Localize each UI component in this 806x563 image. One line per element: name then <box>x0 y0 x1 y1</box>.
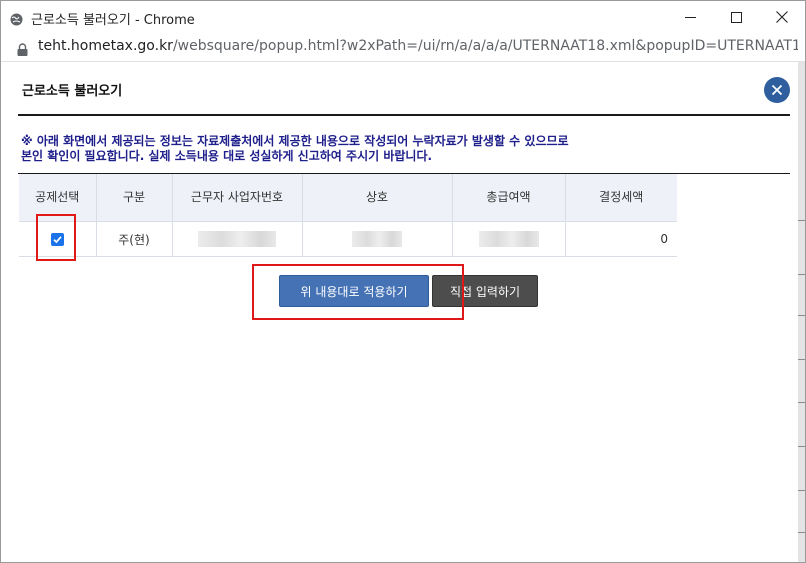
maximize-icon <box>730 8 742 27</box>
notice-line-2: 본인 확인이 필요합니다. 실제 소득내용 대로 성실하게 신고하여 주시기 바… <box>21 149 433 163</box>
url-path: /websquare/popup.html?w2xPath=/ui/rn/a/a… <box>172 38 798 54</box>
table-header-row: 공제선택 구분 근무자 사업자번호 상호 총급여액 결정세액 <box>19 174 677 222</box>
header-determined-tax: 결정세액 <box>565 174 677 222</box>
business-number-cell <box>172 221 303 257</box>
maximize-button[interactable] <box>713 1 759 33</box>
type-cell: 주(현) <box>96 221 173 257</box>
url-text[interactable]: teht.hometax.go.kr/websquare/popup.html?… <box>38 38 798 54</box>
header-company-name: 상호 <box>302 174 453 222</box>
title-divider <box>18 114 790 116</box>
company-name-cell <box>302 221 453 257</box>
notice-line-1: ※ 아래 화면에서 제공되는 정보는 자료제출처에서 제공한 내용으로 작성되어… <box>21 134 569 148</box>
lock-icon[interactable] <box>17 41 28 56</box>
globe-icon <box>10 11 23 26</box>
background-page-edge <box>798 62 805 562</box>
redacted-company-name <box>352 231 402 247</box>
popup-close-button[interactable] <box>764 77 790 103</box>
redacted-total-salary <box>478 231 539 247</box>
header-total-salary: 총급여액 <box>452 174 566 222</box>
table-row[interactable]: 주(현) 0 <box>19 221 677 257</box>
determined-tax-cell: 0 <box>565 221 677 257</box>
income-table: 공제선택 구분 근무자 사업자번호 상호 총급여액 결정세액 주(현) 0 <box>19 174 677 257</box>
redacted-business-number <box>198 231 276 247</box>
minimize-icon <box>684 8 696 27</box>
window-close-button[interactable] <box>759 1 805 33</box>
close-icon <box>776 8 788 27</box>
minimize-button[interactable] <box>667 1 713 33</box>
button-highlight-box <box>252 264 464 320</box>
window-title: 근로소득 불러오기 - Chrome <box>31 13 195 28</box>
header-business-number: 근무자 사업자번호 <box>172 174 303 222</box>
browser-popup-window: 근로소득 불러오기 - Chrome teht.hometax.go.kr/we… <box>0 0 806 563</box>
header-type: 구분 <box>96 174 173 222</box>
total-salary-cell <box>452 221 566 257</box>
popup-title: 근로소득 불러오기 <box>22 84 123 99</box>
checkbox-highlight-box <box>36 214 76 261</box>
notice-text: ※ 아래 화면에서 제공되는 정보는 자료제출처에서 제공한 내용으로 작성되어… <box>21 134 569 164</box>
url-host: teht.hometax.go.kr <box>38 38 173 54</box>
address-bar[interactable]: teht.hometax.go.kr/websquare/popup.html?… <box>1 33 805 62</box>
title-bar: 근로소득 불러오기 - Chrome <box>1 1 805 33</box>
